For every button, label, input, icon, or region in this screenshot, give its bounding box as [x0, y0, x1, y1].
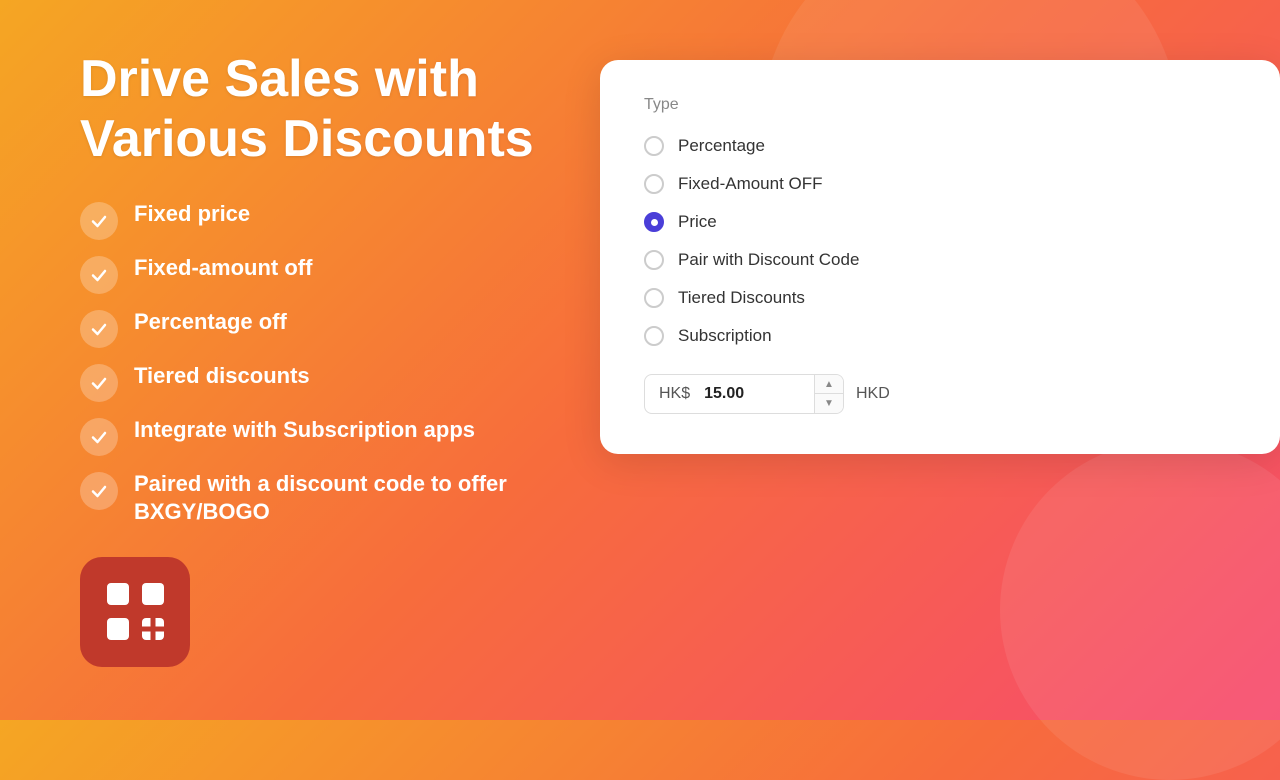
feature-list: Fixed price Fixed-amount off Percentage …: [80, 200, 540, 527]
radio-item-fixed-amount-off[interactable]: Fixed-Amount OFF: [644, 174, 1236, 194]
radio-circle-subscription: [644, 326, 664, 346]
radio-circle-tiered-discounts: [644, 288, 664, 308]
check-icon-tiered-discounts: [80, 364, 118, 402]
feature-item-subscription-apps: Integrate with Subscription apps: [80, 416, 540, 456]
radio-item-price[interactable]: Price: [644, 212, 1236, 232]
feature-item-percentage-off: Percentage off: [80, 308, 540, 348]
radio-text-tiered-discounts: Tiered Discounts: [678, 288, 805, 308]
feature-item-fixed-price: Fixed price: [80, 200, 540, 240]
radio-circle-pair-discount-code: [644, 250, 664, 270]
feature-label-subscription-apps: Integrate with Subscription apps: [134, 416, 475, 445]
right-panel: Type Percentage Fixed-Amount OFF Price Pair…: [600, 60, 1280, 454]
check-icon-bxgy-bogo: [80, 472, 118, 510]
radio-item-tiered-discounts[interactable]: Tiered Discounts: [644, 288, 1236, 308]
radio-item-subscription[interactable]: Subscription: [644, 326, 1236, 346]
radio-list: Percentage Fixed-Amount OFF Price Pair with…: [644, 136, 1236, 346]
price-input-row: HK$ 15.00 ▲ ▼ HKD: [644, 374, 1236, 414]
feature-label-tiered-discounts: Tiered discounts: [134, 362, 310, 391]
stepper-up[interactable]: ▲: [815, 375, 843, 394]
radio-text-subscription: Subscription: [678, 326, 772, 346]
feature-item-bxgy-bogo: Paired with a discount code to offer BXG…: [80, 470, 540, 527]
radio-circle-price: [644, 212, 664, 232]
feature-item-fixed-amount-off: Fixed-amount off: [80, 254, 540, 294]
main-container: Drive Sales with Various Discounts Fixed…: [0, 0, 1280, 720]
feature-item-tiered-discounts: Tiered discounts: [80, 362, 540, 402]
stepper-down[interactable]: ▼: [815, 394, 843, 413]
feature-label-percentage-off: Percentage off: [134, 308, 287, 337]
left-panel: Drive Sales with Various Discounts Fixed…: [80, 50, 540, 667]
radio-item-pair-discount-code[interactable]: Pair with Discount Code: [644, 250, 1236, 270]
check-icon-subscription-apps: [80, 418, 118, 456]
radio-item-percentage[interactable]: Percentage: [644, 136, 1236, 156]
check-icon-fixed-price: [80, 202, 118, 240]
currency-label: HKD: [856, 385, 890, 403]
check-icon-percentage-off: [80, 310, 118, 348]
discount-type-card: Type Percentage Fixed-Amount OFF Price Pair…: [600, 60, 1280, 454]
feature-label-fixed-price: Fixed price: [134, 200, 250, 229]
radio-circle-fixed-amount-off: [644, 174, 664, 194]
radio-text-price: Price: [678, 212, 717, 232]
app-logo: [80, 557, 190, 667]
main-title: Drive Sales with Various Discounts: [80, 50, 540, 170]
price-input-wrapper[interactable]: HK$ 15.00 ▲ ▼: [644, 374, 844, 414]
radio-circle-percentage: [644, 136, 664, 156]
radio-text-pair-discount-code: Pair with Discount Code: [678, 250, 859, 270]
feature-label-fixed-amount-off: Fixed-amount off: [134, 254, 312, 283]
price-stepper[interactable]: ▲ ▼: [814, 375, 843, 413]
price-prefix: HK$: [645, 375, 700, 413]
radio-text-percentage: Percentage: [678, 136, 765, 156]
price-value: 15.00: [700, 375, 748, 413]
type-label: Type: [644, 96, 1236, 114]
logo-icon: [103, 579, 168, 644]
feature-label-bxgy-bogo: Paired with a discount code to offer BXG…: [134, 470, 540, 527]
radio-text-fixed-amount-off: Fixed-Amount OFF: [678, 174, 823, 194]
check-icon-fixed-amount-off: [80, 256, 118, 294]
